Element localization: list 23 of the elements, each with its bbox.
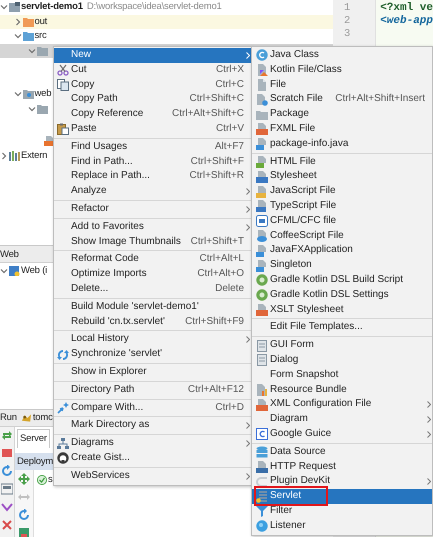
shortcut-label: Ctrl+Shift+R — [190, 169, 244, 184]
line-number: 2 — [342, 15, 352, 28]
shortcut-label: Ctrl+Shift+F9 — [185, 314, 244, 329]
shortcut-label: Ctrl+Shift+C — [190, 92, 244, 106]
code-line: <?xml ve — [379, 2, 433, 15]
shortcut-label: Delete — [215, 282, 244, 296]
shortcut-label: Ctrl+Alt+Shift+Insert — [335, 92, 425, 106]
shortcut-label: Ctrl+Shift+F — [190, 154, 244, 169]
shortcut-label: Ctrl+D — [215, 400, 244, 415]
line-number: 3 — [342, 28, 352, 41]
shortcut-label: Ctrl+V — [216, 122, 244, 136]
panel-title: Run — [0, 411, 17, 425]
shortcut-label: Ctrl+C — [215, 78, 244, 92]
shortcut-label: Ctrl+Shift+T — [190, 234, 244, 249]
shortcut-label: Alt+F7 — [214, 140, 244, 154]
shortcut-label: Ctrl+Alt+Shift+C — [172, 107, 244, 122]
shortcut-label: Ctrl+Alt+O — [197, 267, 244, 282]
shortcut-label: Ctrl+Alt+F12 — [188, 382, 244, 397]
run-config-label: tomc — [32, 411, 53, 425]
code-line: <web-app — [379, 15, 433, 28]
line-number: 1 — [342, 2, 352, 15]
shortcut-label: Ctrl+X — [216, 62, 244, 77]
path-label: D:\workspace\idea\servlet-demo1 — [86, 0, 222, 14]
